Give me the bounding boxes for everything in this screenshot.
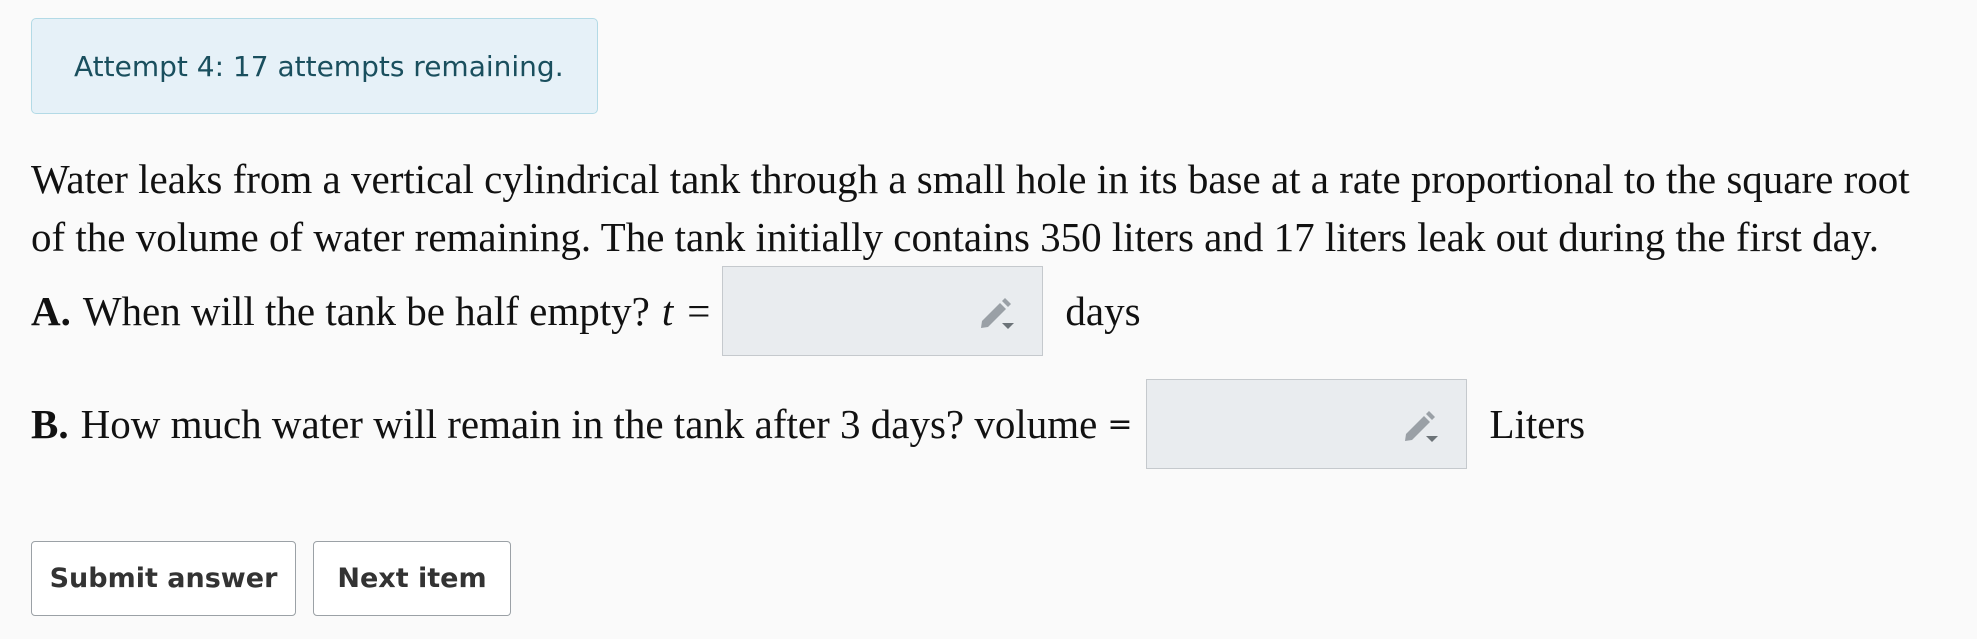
problem-text-line-2: of the volume of water remaining. The ta… [31,214,1879,260]
part-b-answer-input[interactable] [1146,379,1468,469]
part-a: A. When will the tank be half empty? t =… [31,266,1141,356]
part-b-label: B. [31,401,69,447]
submit-answer-button[interactable]: Submit answer [31,541,296,616]
part-b-question: How much water will remain in the tank a… [80,401,1098,447]
part-a-label: A. [31,288,71,334]
part-a-unit: days [1065,288,1141,334]
pencil-dropdown-icon[interactable] [976,293,1020,333]
attempt-status-text: Attempt 4: 17 attempts remaining. [74,49,564,83]
part-a-equals: = [687,288,711,334]
part-a-question: When will the tank be half empty? [82,288,650,334]
next-item-button[interactable]: Next item [313,541,511,616]
problem-statement: Water leaks from a vertical cylindrical … [31,150,1951,266]
part-a-variable: t [661,288,674,334]
part-a-answer-input[interactable] [722,266,1044,356]
problem-text-line-1: Water leaks from a vertical cylindrical … [31,156,1910,202]
part-b-equals: = [1107,406,1133,442]
part-b: B. How much water will remain in the tan… [31,379,1585,469]
attempt-status-banner: Attempt 4: 17 attempts remaining. [31,18,598,114]
part-b-unit: Liters [1489,401,1586,447]
pencil-dropdown-icon[interactable] [1400,406,1444,446]
